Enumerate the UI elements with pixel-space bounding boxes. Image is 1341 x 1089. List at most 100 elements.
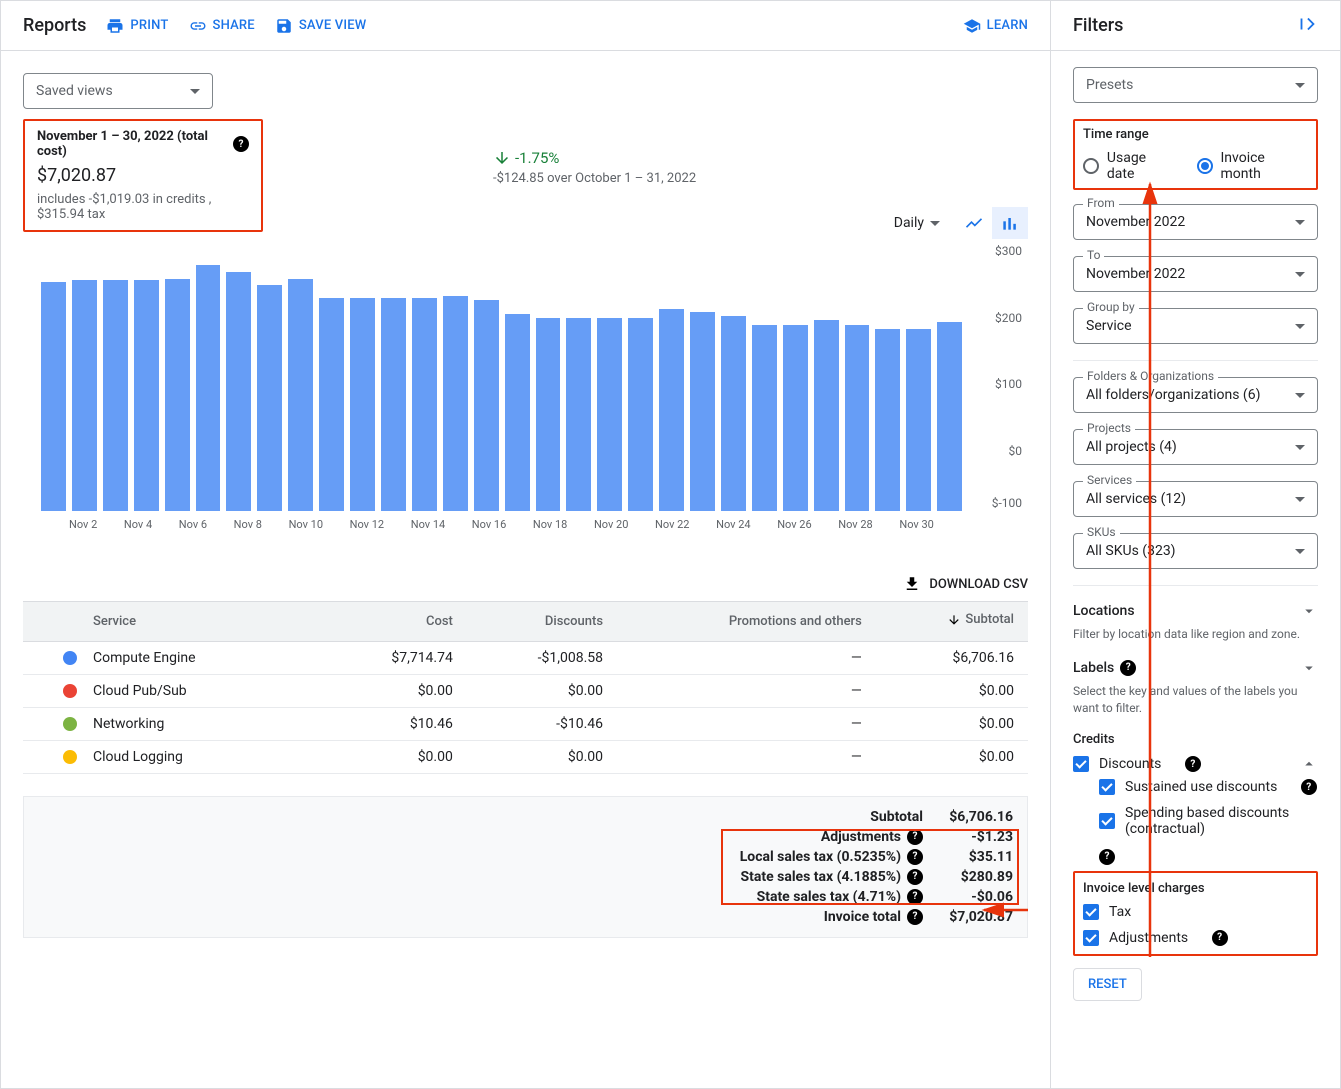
arrow-down-icon [493, 149, 511, 167]
x-tick-label: Nov 30 [899, 518, 933, 531]
checkbox-checked-icon [1083, 904, 1099, 920]
y-tick-label: $100 [995, 377, 1022, 391]
chart-bar[interactable] [288, 279, 313, 511]
chart-bar[interactable] [659, 309, 684, 511]
table-row[interactable]: Compute Engine$7,714.74-$1,008.58—$6,706… [23, 641, 1028, 674]
help-icon[interactable]: ? [233, 136, 249, 152]
chart-bar[interactable] [226, 272, 251, 511]
learn-button[interactable]: LEARN [963, 17, 1028, 35]
series-dot [63, 651, 77, 665]
to-select[interactable]: November 2022 [1073, 256, 1318, 292]
chart-bar[interactable] [875, 329, 900, 511]
tax-checkbox[interactable]: Tax [1083, 904, 1308, 920]
reset-button[interactable]: RESET [1073, 968, 1142, 1001]
download-csv-button[interactable]: DOWNLOAD CSV [23, 575, 1028, 593]
sustained-checkbox[interactable]: Sustained use discounts ? [1099, 779, 1318, 795]
spending-checkbox[interactable]: Spending based discounts (contractual) [1099, 805, 1318, 837]
save-view-button[interactable]: SAVE VIEW [275, 17, 367, 35]
summary-title: November 1 – 30, 2022 (total cost) [37, 129, 227, 159]
chart-bar[interactable] [505, 314, 530, 511]
x-tick-label: Nov 8 [234, 518, 262, 531]
col-header[interactable]: Discounts [467, 602, 617, 642]
share-button[interactable]: SHARE [189, 17, 255, 35]
bar-chart-toggle[interactable] [992, 207, 1028, 239]
chart-bar[interactable] [41, 282, 66, 511]
discounts-expand[interactable]: Discounts ? [1073, 755, 1318, 773]
table-row[interactable]: Cloud Pub/Sub$0.00$0.00—$0.00 [23, 674, 1028, 707]
chevron-down-icon [1295, 549, 1305, 554]
chevron-down-icon [190, 89, 200, 94]
chart-bar[interactable] [72, 280, 97, 511]
delta-text: -$124.85 over October 1 – 31, 2022 [493, 171, 696, 186]
chart-bar[interactable] [690, 312, 715, 512]
col-header[interactable]: Cost [323, 602, 467, 642]
chart-bar[interactable] [443, 296, 468, 511]
help-icon[interactable]: ? [907, 889, 923, 905]
help-icon[interactable]: ? [907, 849, 923, 865]
chart-bar[interactable] [257, 285, 282, 511]
col-header[interactable]: Subtotal [876, 602, 1028, 642]
presets-select[interactable]: Presets [1073, 67, 1318, 103]
credits-label: Credits [1073, 732, 1318, 747]
chevron-down-icon [1295, 445, 1305, 450]
totals-row: Adjustments ?-$1.23 [723, 827, 1013, 847]
chart-bar[interactable] [350, 298, 375, 511]
help-icon[interactable]: ? [1099, 849, 1115, 865]
series-dot [63, 750, 77, 764]
chart-bar[interactable] [566, 318, 591, 511]
print-button[interactable]: PRINT [106, 17, 168, 35]
usage-date-radio[interactable]: Usage date [1083, 150, 1177, 182]
labels-expand[interactable]: Labels? [1073, 659, 1318, 677]
chart-bar[interactable] [628, 318, 653, 511]
chart-bar[interactable] [474, 300, 499, 511]
help-icon[interactable]: ? [907, 869, 923, 885]
table-row[interactable]: Networking$10.46-$10.46—$0.00 [23, 707, 1028, 740]
chevron-down-icon [1300, 659, 1318, 677]
chart-bar[interactable] [319, 298, 344, 511]
help-icon[interactable]: ? [1185, 756, 1201, 772]
help-icon[interactable]: ? [1301, 779, 1317, 795]
checkbox-checked-icon[interactable] [1073, 756, 1089, 772]
invoice-month-radio[interactable]: Invoice month [1197, 150, 1308, 182]
chart-bar[interactable] [906, 329, 931, 511]
x-tick-label: Nov 22 [655, 518, 689, 531]
chart-bar[interactable] [165, 279, 190, 511]
chart-bar[interactable] [597, 318, 622, 511]
help-icon[interactable]: ? [1212, 930, 1228, 946]
series-dot [63, 717, 77, 731]
download-icon [903, 575, 921, 593]
saved-views-label: Saved views [36, 83, 113, 99]
totals-row: Invoice total ?$7,020.87 [723, 907, 1013, 927]
chart-bar[interactable] [937, 322, 962, 511]
help-icon[interactable]: ? [907, 829, 923, 845]
table-row[interactable]: Cloud Logging$0.00$0.00—$0.00 [23, 740, 1028, 773]
help-icon[interactable]: ? [1120, 660, 1136, 676]
col-header[interactable]: Promotions and others [617, 602, 876, 642]
help-icon[interactable]: ? [907, 909, 923, 925]
chart-bar[interactable] [783, 325, 808, 511]
y-tick-label: $300 [995, 244, 1022, 258]
collapse-panel-button[interactable] [1296, 13, 1318, 39]
line-chart-toggle[interactable] [956, 207, 992, 239]
chart-bar[interactable] [412, 298, 437, 511]
chevron-down-icon [1300, 602, 1318, 620]
chart-bar[interactable] [103, 280, 128, 511]
saved-views-select[interactable]: Saved views [23, 73, 213, 109]
chart-bar[interactable] [845, 325, 870, 511]
chart-bar[interactable] [196, 265, 221, 511]
granularity-select[interactable]: Daily [894, 215, 940, 231]
chart-bar[interactable] [536, 318, 561, 511]
chart-bar[interactable] [814, 320, 839, 511]
chart-bar[interactable] [721, 316, 746, 511]
adjustments-checkbox[interactable]: Adjustments ? [1083, 930, 1308, 946]
radio-selected-icon [1197, 158, 1213, 174]
labels-hint: Select the key and values of the labels … [1073, 683, 1318, 717]
chart-bar[interactable] [381, 298, 406, 511]
x-tick-label: Nov 10 [289, 518, 323, 531]
locations-expand[interactable]: Locations [1073, 602, 1318, 620]
radio-icon [1083, 158, 1099, 174]
page-title: Reports [23, 15, 86, 36]
col-header[interactable]: Service [23, 602, 323, 642]
chart-bar[interactable] [752, 325, 777, 511]
chart-bar[interactable] [134, 280, 159, 511]
